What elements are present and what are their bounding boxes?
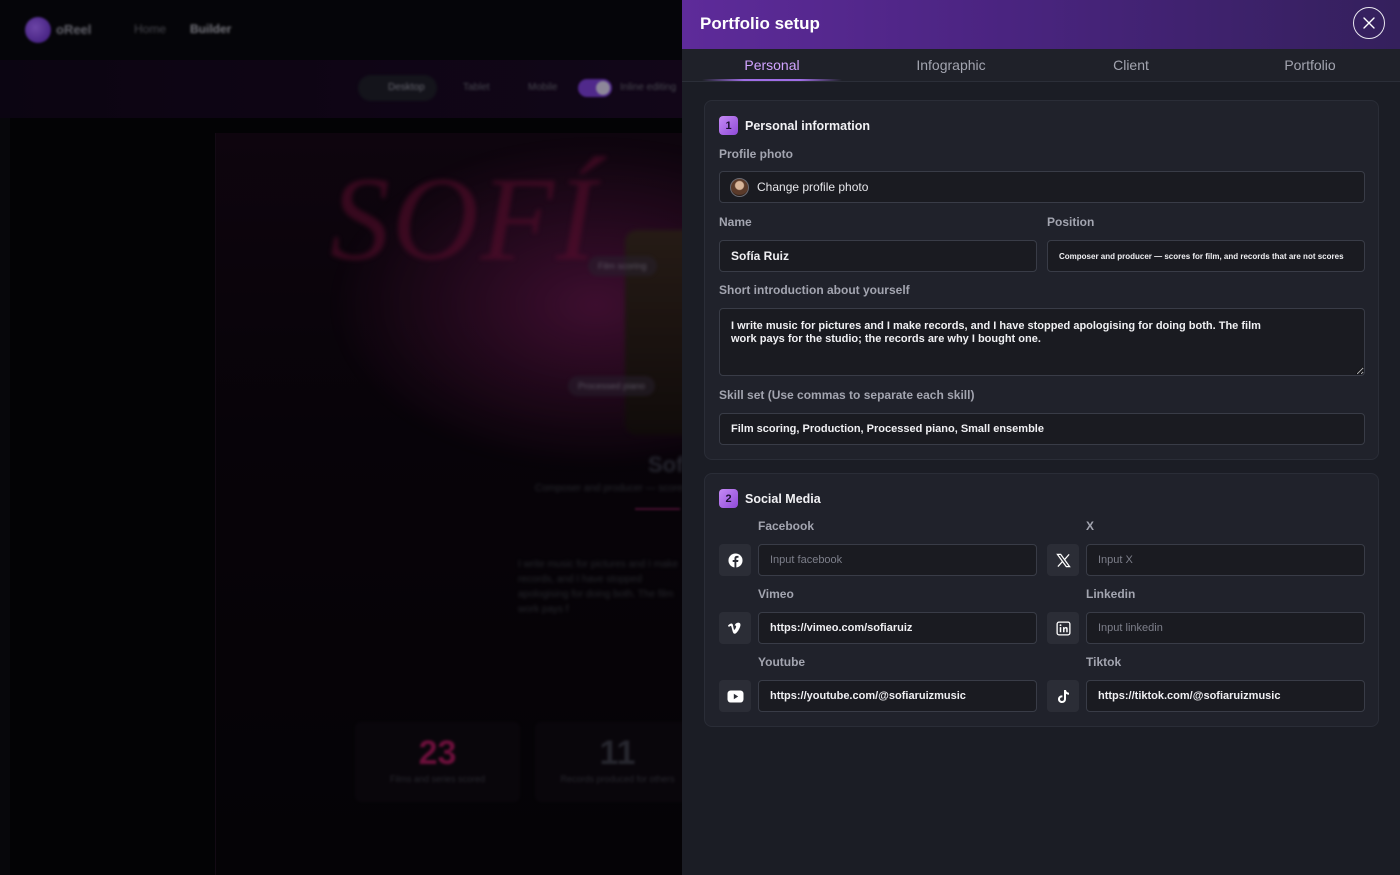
close-button[interactable]	[1353, 7, 1385, 39]
youtube-label: Youtube	[758, 655, 806, 669]
social-media-card: 2 Social Media Facebook X Vimeo Linkedin…	[704, 473, 1379, 727]
facebook-input[interactable]	[758, 544, 1037, 576]
intro-label: Short introduction about yourself	[719, 283, 910, 297]
tab-portfolio[interactable]: Portfolio	[1220, 57, 1400, 73]
drawer-header: Portfolio setup	[682, 0, 1400, 49]
vimeo-icon	[728, 622, 741, 634]
x-icon	[1055, 553, 1071, 567]
youtube-input[interactable]	[758, 680, 1037, 712]
tab-personal[interactable]: Personal	[682, 57, 862, 73]
card-title: Personal information	[745, 118, 871, 133]
profile-photo-label: Profile photo	[719, 147, 793, 161]
step-badge: 2	[719, 489, 738, 508]
portfolio-setup-drawer: Portfolio setup Personal Infographic Cli…	[682, 0, 1400, 875]
facebook-icon-box	[719, 544, 751, 576]
skills-input[interactable]	[719, 413, 1365, 445]
position-input[interactable]	[1047, 240, 1365, 272]
tab-bar: Personal Infographic Client Portfolio	[682, 49, 1400, 82]
step-badge: 1	[719, 116, 738, 135]
vimeo-icon-box	[719, 612, 751, 644]
facebook-label: Facebook	[758, 519, 815, 533]
close-icon	[1363, 17, 1375, 29]
tiktok-icon	[1057, 689, 1069, 703]
x-input[interactable]	[1086, 544, 1365, 576]
youtube-icon	[727, 690, 743, 702]
card-title: Social Media	[745, 491, 821, 506]
change-profile-photo-label: Change profile photo	[757, 180, 869, 194]
linkedin-icon-box	[1047, 612, 1079, 644]
name-input[interactable]	[719, 240, 1037, 272]
card-header: 2 Social Media	[719, 489, 821, 508]
linkedin-icon	[1055, 620, 1071, 636]
skills-label: Skill set (Use commas to separate each s…	[719, 388, 975, 402]
youtube-icon-box	[719, 680, 751, 712]
vimeo-input[interactable]	[758, 612, 1037, 644]
active-tab-indicator	[702, 79, 842, 81]
tab-infographic[interactable]: Infographic	[861, 57, 1041, 73]
linkedin-label: Linkedin	[1086, 587, 1136, 601]
name-label: Name	[719, 215, 752, 229]
facebook-icon	[727, 552, 743, 568]
tiktok-label: Tiktok	[1086, 655, 1122, 669]
personal-information-card: 1 Personal information Profile photo Cha…	[704, 100, 1379, 460]
tab-client[interactable]: Client	[1041, 57, 1221, 73]
x-label: X	[1086, 519, 1095, 533]
avatar	[730, 177, 749, 197]
position-label: Position	[1047, 215, 1095, 229]
x-icon-box	[1047, 544, 1079, 576]
tiktok-input[interactable]	[1086, 680, 1365, 712]
drawer-title: Portfolio setup	[700, 14, 820, 33]
linkedin-input[interactable]	[1086, 612, 1365, 644]
card-header: 1 Personal information	[719, 116, 870, 135]
tiktok-icon-box	[1047, 680, 1079, 712]
intro-textarea[interactable]: I write music for pictures and I make re…	[719, 308, 1365, 376]
change-profile-photo-button[interactable]: Change profile photo	[719, 171, 1365, 203]
vimeo-label: Vimeo	[758, 587, 794, 601]
